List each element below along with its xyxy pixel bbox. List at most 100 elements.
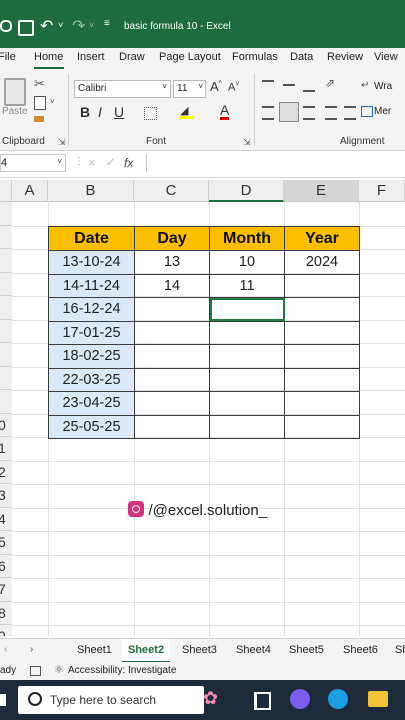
- clipboard-launcher-icon[interactable]: ⇲: [58, 137, 66, 148]
- increase-indent-icon[interactable]: [344, 106, 356, 120]
- day-cell[interactable]: [134, 297, 210, 322]
- align-right-icon[interactable]: [303, 106, 315, 120]
- customize-qat-icon[interactable]: ≡: [104, 18, 110, 29]
- day-cell[interactable]: 14: [134, 273, 210, 298]
- edge-icon[interactable]: [328, 689, 348, 709]
- windows-start-icon[interactable]: [0, 694, 6, 706]
- row-header[interactable]: 4: [0, 507, 12, 531]
- date-cell[interactable]: 22-03-25: [48, 367, 135, 392]
- sheet-tab-sheet7[interactable]: Sh: [395, 644, 405, 656]
- row-header[interactable]: [0, 225, 12, 249]
- sheet-tab-sheet1[interactable]: Sheet1: [77, 644, 112, 656]
- italic-icon[interactable]: I: [98, 104, 102, 120]
- accessibility-icon[interactable]: ⚛: [54, 663, 64, 676]
- row-header[interactable]: 3: [0, 484, 12, 508]
- date-cell[interactable]: 18-02-25: [48, 344, 135, 369]
- font-size-select[interactable]: 11 ˅: [173, 80, 206, 98]
- align-top-icon[interactable]: [262, 80, 274, 92]
- year-cell[interactable]: [284, 391, 360, 416]
- borders-icon[interactable]: [144, 107, 157, 120]
- year-cell[interactable]: [284, 320, 360, 345]
- month-cell[interactable]: [209, 320, 285, 345]
- enter-icon[interactable]: ✓: [106, 155, 116, 169]
- autosave-toggle[interactable]: [0, 20, 12, 32]
- worksheet-grid[interactable]: A B C D E F 0123456789 Date Day Month Ye…: [0, 180, 405, 636]
- day-cell[interactable]: [134, 344, 210, 369]
- day-cell[interactable]: [134, 414, 210, 439]
- sheet-tab-sheet6[interactable]: Sheet6: [343, 644, 378, 656]
- date-cell[interactable]: 16-12-24: [48, 297, 135, 322]
- column-header-d[interactable]: D: [209, 180, 284, 202]
- wrap-text-button[interactable]: Wra: [374, 81, 392, 92]
- year-cell[interactable]: [284, 273, 360, 298]
- copy-icon[interactable]: [34, 96, 46, 110]
- wrap-text-icon[interactable]: ↵: [361, 80, 369, 91]
- row-header[interactable]: [0, 272, 12, 296]
- column-header-b[interactable]: B: [48, 180, 134, 202]
- row-header[interactable]: 1: [0, 437, 12, 461]
- header-month[interactable]: Month: [209, 226, 285, 251]
- increase-font-icon[interactable]: A^: [210, 79, 222, 94]
- align-middle-icon[interactable]: [283, 84, 295, 86]
- date-cell[interactable]: 14-11-24: [48, 273, 135, 298]
- row-header[interactable]: [0, 390, 12, 414]
- underline-icon[interactable]: U: [114, 104, 124, 120]
- align-left-icon[interactable]: [262, 106, 274, 120]
- row-header[interactable]: 0: [0, 413, 12, 437]
- month-cell[interactable]: [209, 391, 285, 416]
- decrease-indent-icon[interactable]: [325, 106, 337, 120]
- row-header[interactable]: [0, 319, 12, 343]
- orientation-icon[interactable]: ⇗: [325, 76, 335, 90]
- month-cell[interactable]: 11: [209, 273, 285, 298]
- file-explorer-icon[interactable]: [368, 691, 388, 707]
- row-header[interactable]: [0, 343, 12, 367]
- cut-icon[interactable]: ✂: [34, 76, 45, 92]
- insert-function-icon[interactable]: fx: [124, 156, 133, 170]
- cancel-icon[interactable]: ×: [88, 155, 96, 170]
- row-header[interactable]: 8: [0, 601, 12, 625]
- paste-button[interactable]: [2, 76, 26, 106]
- tab-data[interactable]: Data: [290, 51, 313, 63]
- format-painter-icon[interactable]: [34, 116, 44, 122]
- row-header[interactable]: [0, 249, 12, 273]
- column-header-f[interactable]: F: [359, 180, 405, 202]
- row-header[interactable]: 5: [0, 531, 12, 555]
- sheet-tab-sheet4[interactable]: Sheet4: [236, 644, 271, 656]
- month-cell[interactable]: [209, 414, 285, 439]
- save-icon[interactable]: [18, 20, 34, 36]
- header-year[interactable]: Year: [284, 226, 360, 251]
- year-cell[interactable]: [284, 297, 360, 322]
- widgets-icon[interactable]: ✿: [203, 688, 218, 709]
- decrease-font-icon[interactable]: A˅: [228, 81, 239, 94]
- column-header-e[interactable]: E: [284, 180, 359, 202]
- undo-icon[interactable]: ↶: [40, 16, 53, 36]
- day-cell[interactable]: 13: [134, 250, 210, 275]
- accessibility-status[interactable]: Accessibility: Investigate: [68, 665, 176, 676]
- tab-page-layout[interactable]: Page Layout: [159, 51, 221, 63]
- date-cell[interactable]: 13-10-24: [48, 250, 135, 275]
- redo-dropdown-icon[interactable]: ˅: [89, 20, 94, 30]
- taskbar-search-box[interactable]: Type here to search: [18, 686, 204, 714]
- column-header-a[interactable]: A: [12, 180, 48, 202]
- header-day[interactable]: Day: [134, 226, 210, 251]
- merge-icon[interactable]: [361, 106, 373, 117]
- sheet-tab-sheet3[interactable]: Sheet3: [182, 644, 217, 656]
- month-cell[interactable]: [209, 344, 285, 369]
- day-cell[interactable]: [134, 367, 210, 392]
- year-cell[interactable]: [284, 414, 360, 439]
- font-color-icon[interactable]: A: [220, 103, 230, 120]
- tab-file[interactable]: File: [0, 51, 16, 63]
- row-header[interactable]: 9: [0, 625, 12, 636]
- day-cell[interactable]: [134, 320, 210, 345]
- row-header[interactable]: [0, 366, 12, 390]
- row-header[interactable]: [0, 202, 12, 226]
- font-name-select[interactable]: Calibri ˅: [74, 80, 171, 98]
- tab-view[interactable]: View: [374, 51, 398, 63]
- row-header[interactable]: 6: [0, 554, 12, 578]
- copilot-icon[interactable]: [290, 689, 310, 709]
- month-cell[interactable]: [209, 367, 285, 392]
- tab-insert[interactable]: Insert: [77, 51, 105, 63]
- column-header-c[interactable]: C: [134, 180, 209, 202]
- font-launcher-icon[interactable]: ⇲: [243, 137, 251, 148]
- tab-formulas[interactable]: Formulas: [232, 51, 278, 63]
